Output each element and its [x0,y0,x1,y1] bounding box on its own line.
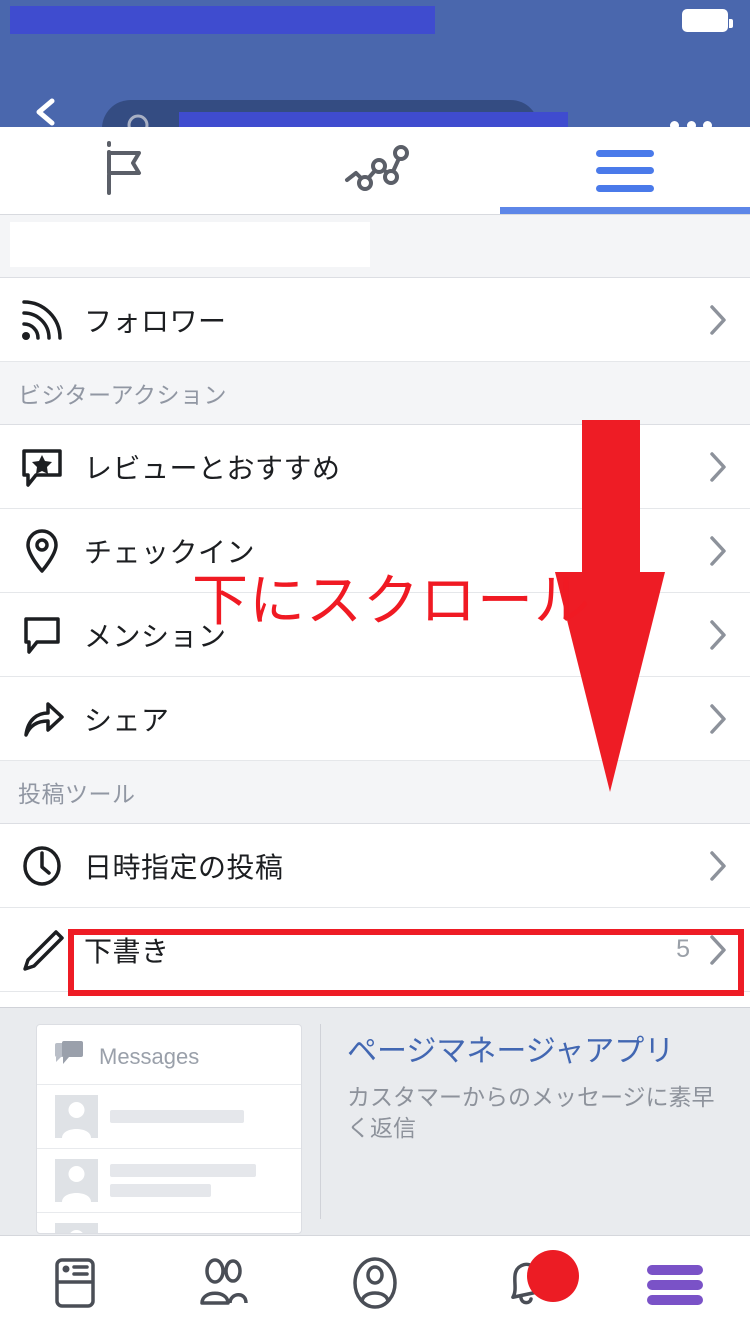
chevron-right-icon [708,304,728,336]
top-navigation-bar [0,40,750,157]
section-header-label: 投稿ツール [18,781,136,807]
rss-follower-icon [18,295,74,345]
hamburger-menu-icon [647,1265,703,1305]
chevron-right-icon [708,934,728,966]
insights-chart-icon [339,140,411,201]
notification-badge [527,1249,579,1302]
page-flag-icon [93,137,157,204]
status-bar [0,0,750,40]
comment-bubble-icon [18,610,74,660]
messages-mock-row [37,1213,301,1233]
avatar-placeholder [55,1223,98,1233]
bottom-nav-news-feed[interactable] [0,1236,150,1334]
list-item-label: シェア [84,704,170,736]
status-bar-redaction [10,6,435,34]
section-header-label: ビジターアクション [18,382,227,408]
list-item-label: チェックイン [84,536,256,568]
chevron-right-icon [708,535,728,567]
list-section-header-redacted [0,215,750,278]
bottom-nav-menu[interactable] [600,1236,750,1334]
bottom-nav-friends[interactable] [150,1236,300,1334]
promo-mock-preview: Messages [0,1008,320,1235]
list-item-shares[interactable]: シェア [0,677,750,761]
chevron-right-icon [708,703,728,735]
avatar-placeholder [55,1095,98,1138]
friends-icon [194,1255,256,1316]
tab-page[interactable] [0,127,250,214]
message-text-placeholder [110,1110,244,1123]
list-item-label: 日時指定の投稿 [84,851,284,883]
messages-mock-card: Messages [36,1024,302,1234]
hamburger-menu-icon [596,149,654,192]
messages-mock-header: Messages [37,1025,301,1085]
clock-icon [18,841,74,891]
message-text-placeholder [110,1164,256,1197]
tab-more[interactable] [500,127,750,214]
list-item-scheduled-posts[interactable]: 日時指定の投稿 [0,824,750,908]
messages-bubbles-icon [55,1041,85,1072]
promo-title: ページマネージャアプリ [347,1035,675,1068]
messages-mock-row [37,1085,301,1149]
chevron-right-icon [708,451,728,483]
list-item-label: メンション [84,620,227,652]
messages-mock-title: Messages [99,1043,200,1069]
list-item-reviews[interactable]: レビューとおすすめ [0,425,750,509]
avatar-placeholder [55,1159,98,1202]
page-tab-bar [0,127,750,215]
promo-subtitle: カスタマーからのメッセージに素早く返信 [347,1083,715,1142]
profile-icon [347,1254,403,1317]
share-arrow-icon [18,694,74,744]
phone-screen: フォロワー ビジターアクション レビューとおすすめ チェックイン メンション シ… [0,0,750,1334]
list-item-label: フォロワー [84,305,227,337]
list-item-followers[interactable]: フォロワー [0,278,750,362]
battery-full-icon [682,9,733,32]
page-manager-promo-card[interactable]: Messages ページマネージャアプリ カスタマーからのメッセージに素早く返信 [0,1007,750,1235]
review-star-bubble-icon [18,442,74,492]
location-pin-icon [18,526,74,576]
chevron-right-icon [708,619,728,651]
section-header-visitor-actions: ビジターアクション [0,362,750,425]
active-tab-indicator [500,207,750,214]
bottom-nav-profile[interactable] [300,1236,450,1334]
list-item-label: 下書き [84,935,170,967]
section-header-posting-tools: 投稿ツール [0,761,750,824]
messages-mock-row [37,1149,301,1213]
tab-insights[interactable] [250,127,500,214]
news-feed-icon [48,1255,102,1316]
drafts-count: 5 [676,935,690,963]
promo-text-block: ページマネージャアプリ カスタマーからのメッセージに素早く返信 [321,1008,750,1235]
list-item-drafts[interactable]: 下書き 5 [0,908,750,992]
bottom-nav-notifications[interactable] [450,1236,600,1334]
section-header-redaction [10,222,370,267]
chevron-right-icon [708,850,728,882]
pencil-icon [18,925,74,975]
back-chevron-icon[interactable] [32,98,60,126]
list-item-label: レビューとおすすめ [84,452,341,484]
list-item-mentions[interactable]: メンション [0,593,750,677]
list-item-checkins[interactable]: チェックイン [0,509,750,593]
bottom-navigation-bar [0,1235,750,1334]
